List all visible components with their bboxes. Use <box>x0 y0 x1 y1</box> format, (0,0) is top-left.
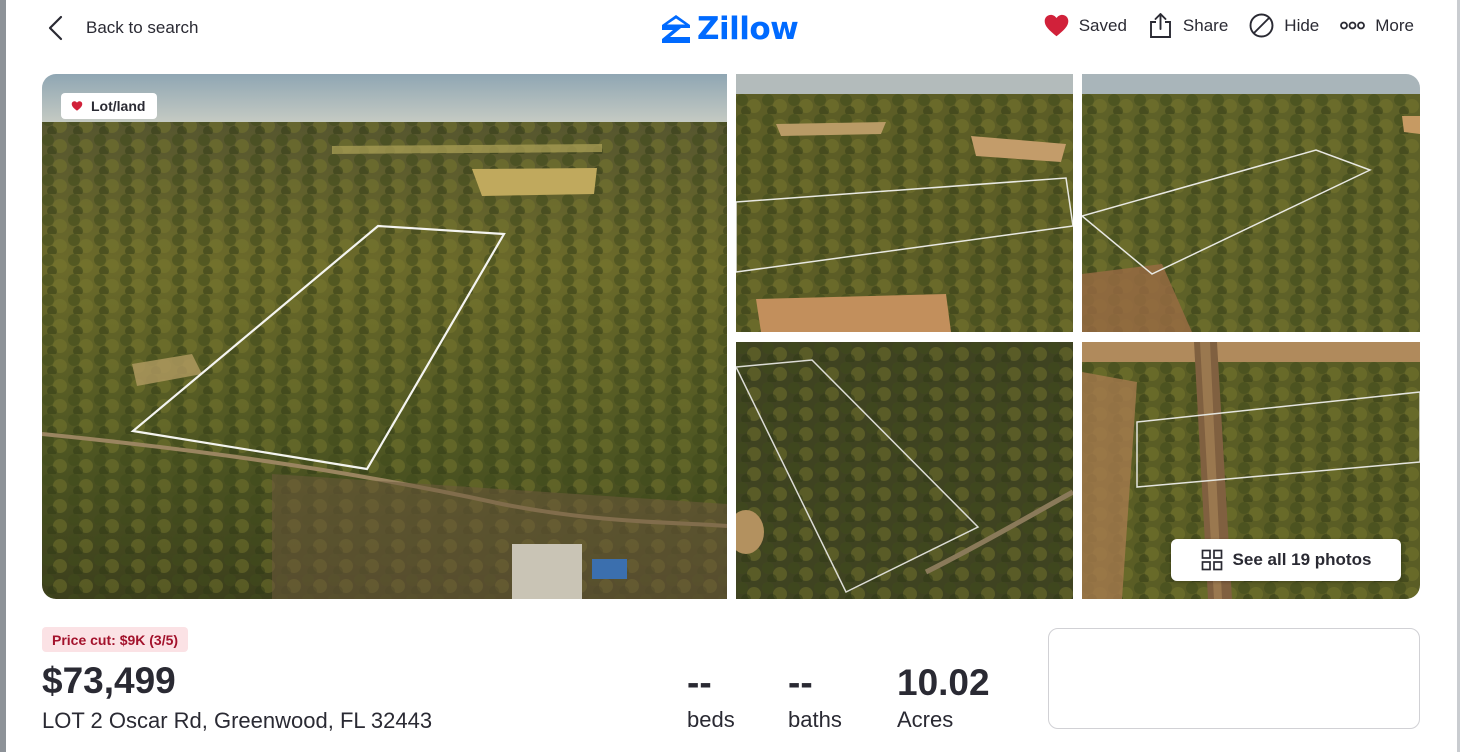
baths-value: -- <box>788 662 813 703</box>
more-button[interactable]: More <box>1339 12 1414 39</box>
back-to-search-button[interactable]: Back to search <box>46 12 198 44</box>
window-edge-left <box>0 0 6 752</box>
aerial-photo-3 <box>1082 74 1420 332</box>
photo-thumb-4[interactable]: See all 19 photos <box>1082 342 1420 599</box>
baths-label: baths <box>788 707 842 732</box>
see-all-photos-button[interactable]: See all 19 photos <box>1171 539 1401 581</box>
acres-stat: 10.02 Acres <box>897 662 990 733</box>
photo-thumb-3[interactable] <box>736 342 1073 599</box>
acres-label: Acres <box>897 707 954 732</box>
more-label: More <box>1375 15 1414 35</box>
photo-thumb-1[interactable] <box>736 74 1073 332</box>
zillow-logo[interactable]: Zillow <box>661 11 799 47</box>
listing-address: LOT 2 Oscar Rd, Greenwood, FL 32443 <box>42 708 433 733</box>
more-dots-icon <box>1340 21 1366 30</box>
zillow-logo-icon <box>662 15 690 43</box>
listing-type-label: Lot/land <box>91 98 146 114</box>
heart-icon <box>71 101 83 111</box>
price-cut-badge: Price cut: $9K (3/5) <box>42 627 189 652</box>
beds-stat: -- beds <box>687 662 735 733</box>
contact-panel[interactable] <box>1048 628 1420 729</box>
hide-button[interactable]: Hide <box>1248 12 1319 39</box>
hide-label: Hide <box>1284 15 1320 35</box>
saved-button[interactable]: Saved <box>1043 12 1127 39</box>
logo-text: Zillow <box>697 11 799 47</box>
aerial-photo-main <box>42 74 727 599</box>
baths-stat: -- baths <box>788 662 842 733</box>
listing-type-tag: Lot/land <box>61 93 158 119</box>
share-icon <box>1149 13 1171 38</box>
share-label: Share <box>1182 15 1229 35</box>
aerial-photo-4 <box>736 342 1073 599</box>
share-button[interactable]: Share <box>1147 12 1228 39</box>
heart-icon <box>1044 14 1069 37</box>
photo-thumb-2[interactable] <box>1082 74 1420 332</box>
acres-value: 10.02 <box>897 662 990 703</box>
header-actions: Saved Share Hide More <box>1043 12 1414 39</box>
listing-price: $73,499 <box>42 660 176 701</box>
hide-icon <box>1249 13 1274 38</box>
saved-label: Saved <box>1078 15 1127 35</box>
see-all-photos-label: See all 19 photos <box>1232 550 1372 569</box>
grid-icon <box>1201 549 1222 571</box>
photo-gallery: Lot/land See all 19 photos <box>42 74 1420 599</box>
chevron-left-icon <box>48 15 63 41</box>
aerial-photo-2 <box>736 74 1073 332</box>
back-label: Back to search <box>86 18 199 37</box>
beds-value: -- <box>687 662 712 703</box>
header: Back to search Zillow Saved Share Hide M… <box>6 0 1454 58</box>
photo-main[interactable]: Lot/land <box>42 74 727 599</box>
beds-label: beds <box>687 707 735 732</box>
